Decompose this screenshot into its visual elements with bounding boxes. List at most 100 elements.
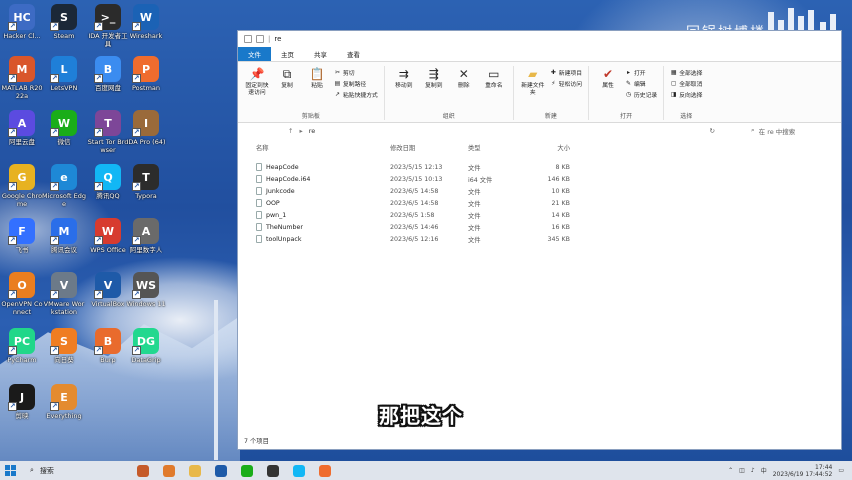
taskbar-app-browser[interactable]	[156, 461, 182, 480]
file-name: HeapCode	[266, 163, 299, 171]
quick-access-save-icon[interactable]	[256, 35, 264, 43]
desktop-shortcut[interactable]: DG ↗ DataGrip	[124, 328, 168, 364]
desktop-shortcut-label: Steam	[53, 32, 75, 40]
desktop-shortcut[interactable]: e ↗ Microsoft Edge	[42, 164, 86, 208]
game-icon	[137, 464, 149, 477]
desktop-shortcut[interactable]: L ↗ LetsVPN	[42, 56, 86, 92]
app-icon: Q ↗	[94, 164, 121, 191]
desktop-shortcut-label: Postman	[131, 84, 161, 92]
notification-icon[interactable]: ▭	[838, 467, 844, 474]
taskbar-search[interactable]: ⌕ 搜索	[20, 466, 130, 476]
app-icon: B ↗	[94, 56, 121, 83]
taskbar-app-explorer[interactable]	[182, 461, 208, 480]
taskbar-app-game[interactable]	[130, 461, 156, 480]
new-item-icon: ✚	[550, 69, 556, 76]
app-icon: DG ↗	[132, 328, 159, 355]
desktop-shortcut-label: 腾讯会议	[51, 246, 77, 254]
desktop-shortcut[interactable]: W ↗ 微信	[42, 110, 86, 146]
desktop-shortcut[interactable]: S ↗ 向日葵	[42, 328, 86, 364]
edit-button[interactable]: ✎ 编辑	[625, 79, 657, 88]
system-tray: ⌃ ◫ ♪ 中 17:44 2023/6/19 17:44:52 ▭	[728, 464, 852, 478]
tab-view[interactable]: 查看	[337, 47, 370, 61]
file-row[interactable]: toolUnpack 2023/6/5 12:16 文件 345 KB	[244, 233, 834, 245]
file-rows: HeapCode 2023/5/15 12:13 文件 8 KB HeapCode.i6…	[244, 161, 834, 245]
taskbar-clock[interactable]: 17:44 2023/6/19 17:44:52	[773, 464, 833, 478]
search-box[interactable]: ⌕ 在 re 中搜索	[751, 126, 841, 136]
file-name: pwn_1	[266, 211, 287, 219]
new-item-button[interactable]: ✚ 新建项目	[550, 68, 582, 77]
app-icon: W ↗	[50, 110, 77, 137]
taskbar-app-qq[interactable]	[286, 461, 312, 480]
desktop-shortcut[interactable]: I ↗ IDA Pro (64)	[124, 110, 168, 146]
file-explorer-window[interactable]: | re 文件 主页 共享 查看 📌 固定到快速访问 ⧉ 复制 📋 粘贴 ✂ 剪切…	[237, 30, 842, 450]
file-row[interactable]: TheNumber 2023/6/5 14:46 文件 16 KB	[244, 221, 834, 233]
desktop-shortcut[interactable]: M ↗ 腾讯会议	[42, 218, 86, 254]
desktop-shortcut-label: OpenVPN Connect	[1, 300, 43, 316]
desktop-shortcut[interactable]: V ↗ VMware Workstation	[42, 272, 86, 316]
desktop-shortcut[interactable]: G ↗ Google Chrome	[0, 164, 44, 208]
folder-icon	[189, 464, 201, 477]
copy-path-button[interactable]: ▤ 复制路径	[334, 79, 378, 88]
volume-icon[interactable]: ♪	[751, 467, 755, 474]
column-header-size[interactable]: 大小	[528, 143, 570, 152]
file-row[interactable]: OOP 2023/6/5 14:58 文件 21 KB	[244, 197, 834, 209]
desktop-shortcut[interactable]: A ↗ 阿里数字人	[124, 218, 168, 254]
file-size: 14 KB	[551, 211, 570, 219]
desktop-shortcut[interactable]: W ↗ Wireshark	[124, 4, 168, 40]
taskbar-app-terminal[interactable]	[260, 461, 286, 480]
easy-access-button[interactable]: ⚡ 轻松访问	[550, 79, 582, 88]
desktop-shortcut[interactable]: J ↗ 剪映	[0, 384, 44, 420]
file-row[interactable]: HeapCode 2023/5/15 12:13 文件 8 KB	[244, 161, 834, 173]
desktop-shortcut[interactable]: P ↗ Postman	[124, 56, 168, 92]
desktop-shortcut[interactable]: T ↗ Typora	[124, 164, 168, 200]
file-row[interactable]: pwn_1 2023/6/5 1:58 文件 14 KB	[244, 209, 834, 221]
invert-selection-button[interactable]: ◨ 反向选择	[670, 90, 703, 99]
taskbar-app-chat[interactable]	[234, 461, 260, 480]
desktop-shortcut-label: MATLAB R2022a	[1, 84, 43, 100]
desktop-shortcut[interactable]: M ↗ MATLAB R2022a	[0, 56, 44, 100]
desktop-shortcut-label: Everything	[46, 412, 82, 420]
desktop-shortcut-label: IDA Pro (64)	[126, 138, 166, 146]
history-button[interactable]: ◷ 历史记录	[625, 90, 657, 99]
taskbar-app-ide[interactable]	[208, 461, 234, 480]
start-button[interactable]	[0, 465, 20, 476]
select-all-button[interactable]: ▦ 全部选择	[670, 68, 703, 77]
chevron-up-icon[interactable]: ⌃	[728, 467, 733, 474]
up-arrow-icon[interactable]: ↑	[288, 127, 293, 135]
column-header-date[interactable]: 修改日期	[390, 143, 468, 152]
open-button[interactable]: ▸ 打开	[625, 68, 657, 77]
file-icon	[256, 223, 262, 231]
tab-file[interactable]: 文件	[238, 47, 271, 61]
file-size: 146 KB	[547, 175, 570, 183]
paste-shortcut-button[interactable]: ↗ 粘贴快捷方式	[334, 90, 378, 99]
desktop-shortcut[interactable]: E ↗ Everything	[42, 384, 86, 420]
app-icon: HC ↗	[8, 4, 35, 31]
file-name: HeapCode.i64	[266, 175, 311, 183]
properties-check-icon: ✔	[602, 66, 614, 81]
desktop-shortcut[interactable]: O ↗ OpenVPN Connect	[0, 272, 44, 316]
network-icon[interactable]: ◫	[739, 467, 745, 474]
cut-button[interactable]: ✂ 剪切	[334, 68, 378, 77]
desktop-shortcut[interactable]: WS ↗ Windows 11	[124, 272, 168, 308]
taskbar-app-notes[interactable]	[312, 461, 338, 480]
column-header-type[interactable]: 类型	[468, 143, 528, 152]
file-row[interactable]: Junkcode 2023/6/5 14:58 文件 10 KB	[244, 185, 834, 197]
input-method-icon[interactable]: 中	[761, 466, 767, 475]
file-type: 文件	[468, 212, 481, 220]
file-date: 2023/6/5 12:16	[390, 235, 439, 243]
refresh-icon[interactable]: ↻	[710, 127, 715, 135]
address-path[interactable]: re	[309, 127, 704, 135]
desktop-shortcut[interactable]: A ↗ 阿里云盘	[0, 110, 44, 146]
desktop-shortcut-label: 阿里数字人	[129, 246, 163, 254]
tab-home[interactable]: 主页	[271, 47, 304, 61]
scissors-icon: ✂	[334, 69, 341, 76]
desktop-shortcut[interactable]: HC ↗ Hacker Cl...	[0, 4, 44, 40]
tab-share[interactable]: 共享	[304, 47, 337, 61]
column-header-name[interactable]: 名称	[244, 143, 390, 152]
app-icon: B ↗	[94, 328, 121, 355]
desktop-shortcut[interactable]: PC ↗ PyCharm	[0, 328, 44, 364]
select-none-button[interactable]: ▢ 全部取消	[670, 79, 703, 88]
file-row[interactable]: HeapCode.i64 2023/5/15 10:13 i64 文件 146 KB	[244, 173, 834, 185]
desktop-shortcut[interactable]: S ↗ Steam	[42, 4, 86, 40]
desktop-shortcut[interactable]: F ↗ 飞书	[0, 218, 44, 254]
